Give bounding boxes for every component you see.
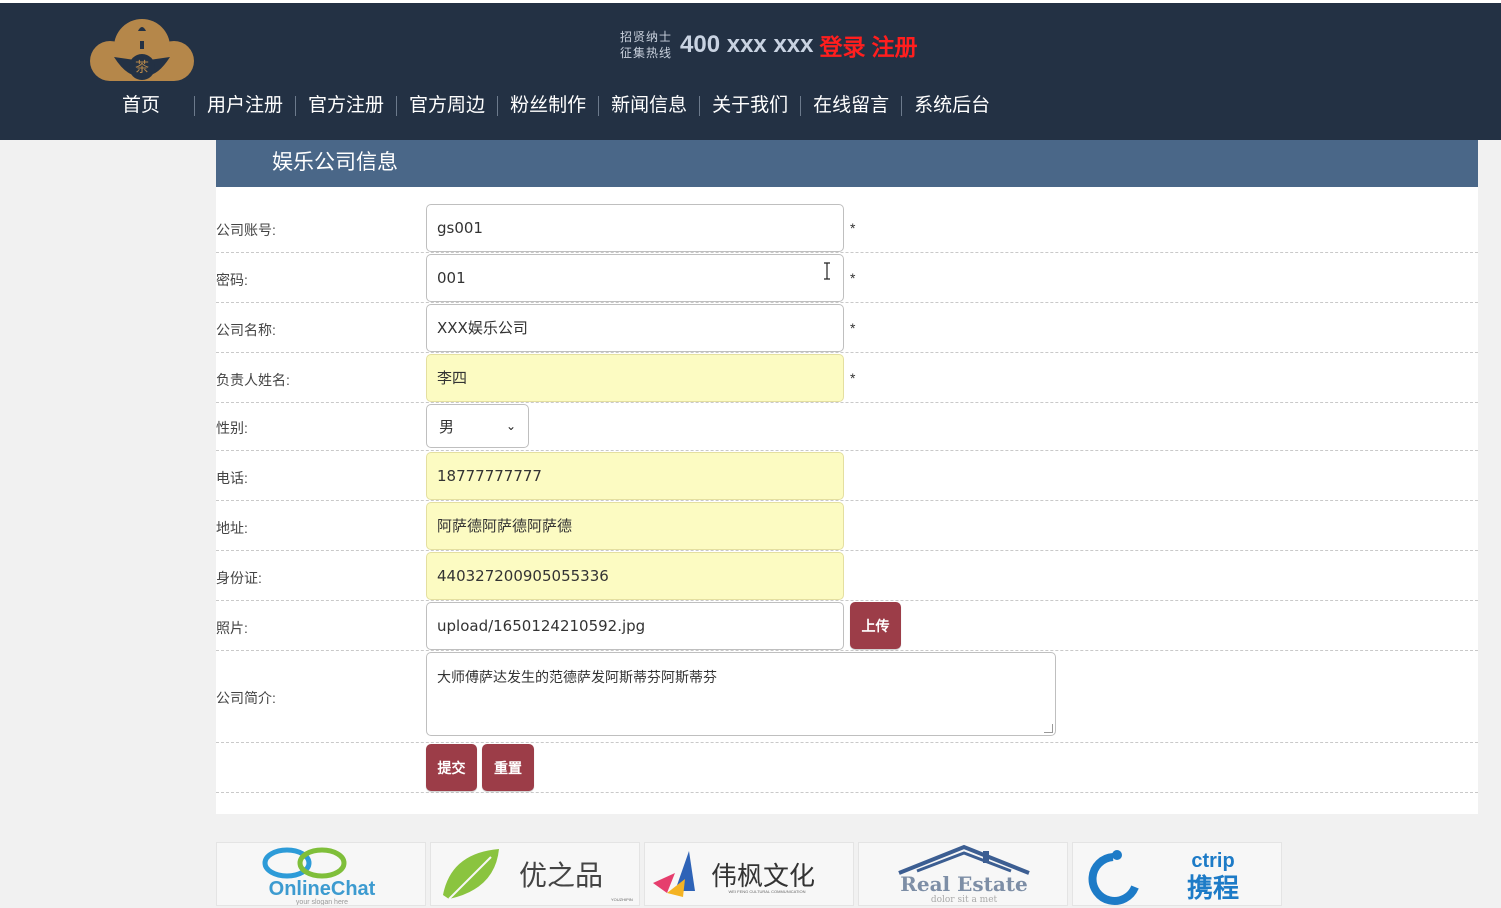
password-label: 密码: [216,272,248,288]
youzhipin-logo-icon: 优之品 YOUZHIPIN [443,849,633,902]
top-header: 茶 招贤纳士 征集热线 400 xxx xxx 登录 注册 首页 用户注册 官方… [0,0,1501,140]
intro-textarea[interactable]: 大师傅萨达发生的范德萨发阿斯蒂芬阿斯蒂芬 [426,652,1056,736]
ctrip-logo-icon: ctrip 携程 [1088,850,1239,905]
login-link[interactable]: 登录 [819,28,865,62]
required-mark: * [850,320,856,336]
id-card-input[interactable]: 440327200905055336 [426,552,844,600]
row-phone: 电话: 18777777777 [216,451,1478,501]
real-estate-sub: dolor sit a met [931,895,998,905]
hotline-label-line1: 招贤纳士 [620,30,673,44]
resize-handle-icon[interactable] [1044,724,1053,733]
nav-messages[interactable]: 在线留言 [801,91,901,121]
required-mark: * [850,370,856,386]
main-nav: 首页 用户注册 官方注册 官方周边 粉丝制作 新闻信息 关于我们 在线留言 系统… [106,91,1002,121]
ctrip-title-en: ctrip [1191,850,1234,872]
youzhipin-title: 优之品 [519,859,603,892]
register-link[interactable]: 注册 [871,28,917,62]
row-manager-name: 负责人姓名: 李四 * [216,353,1478,403]
row-actions: 提交 重置 [216,743,1478,793]
ctrip-title-cn: 携程 [1187,873,1239,904]
youzhipin-sub: YOUZHIPIN [611,897,633,902]
onlinechat-logo-icon: OnlineChat your slogan here [262,847,376,906]
weifeng-logo-icon: 伟枫文化 WEI FENG CULTURAL COMMUNICATION [653,851,815,897]
hotline-number: 400 xxx xxx [680,31,814,58]
partner-youzhipin[interactable]: 优之品 YOUZHIPIN [430,842,640,906]
onlinechat-title: OnlineChat [269,878,376,900]
gender-select[interactable]: 男 ⌄ [426,404,529,448]
submit-button[interactable]: 提交 [426,744,477,791]
weifeng-title: 伟枫文化 [711,862,815,892]
gender-value: 男 [439,418,455,436]
address-label: 地址: [216,520,248,536]
nav-fan-made[interactable]: 粉丝制作 [498,91,598,121]
logo-char: 茶 [135,60,149,76]
company-info-panel: 娱乐公司信息 公司账号: gs001 * 密码: 001 * 公司名称: XXX… [216,140,1478,814]
row-password: 密码: 001 * [216,253,1478,303]
manager-name-input[interactable]: 李四 [426,354,844,402]
hotline-label: 招贤纳士 征集热线 [620,29,672,61]
phone-input[interactable]: 18777777777 [426,452,844,500]
nav-news[interactable]: 新闻信息 [599,91,699,121]
real-estate-logo-icon: Real Estate dolor sit a met [898,844,1030,905]
row-company-name: 公司名称: XXX娱乐公司 * [216,303,1478,353]
row-account: 公司账号: gs001 * [216,203,1478,253]
weifeng-sub: WEI FENG CULTURAL COMMUNICATION [728,889,805,894]
nav-official-merch[interactable]: 官方周边 [397,91,497,121]
chevron-down-icon: ⌄ [505,419,516,433]
password-input[interactable]: 001 [426,254,844,302]
onlinechat-sub: your slogan here [296,899,348,906]
partner-ctrip[interactable]: ctrip 携程 [1072,842,1282,906]
panel-title: 娱乐公司信息 [216,140,1478,187]
partner-real-estate[interactable]: Real Estate dolor sit a met [858,842,1068,906]
nav-home[interactable]: 首页 [106,91,194,121]
account-input[interactable]: gs001 [426,204,844,252]
nav-admin[interactable]: 系统后台 [902,91,1002,121]
reset-button[interactable]: 重置 [482,744,534,791]
id-card-label: 身份证: [216,570,262,586]
real-estate-title: Real Estate [900,872,1028,896]
intro-text: 大师傅萨达发生的范德萨发阿斯蒂芬阿斯蒂芬 [437,669,717,685]
partner-onlinechat[interactable]: OnlineChat your slogan here [216,842,426,906]
partner-logos: OnlineChat your slogan here 优之品 YOUZHIPI… [216,842,1286,908]
partner-weifeng[interactable]: 伟枫文化 WEI FENG CULTURAL COMMUNICATION [644,842,854,906]
account-label: 公司账号: [216,222,276,238]
text-cursor-icon [824,262,830,280]
company-name-label: 公司名称: [216,322,276,338]
manager-name-label: 负责人姓名: [216,372,290,388]
required-mark: * [850,270,856,286]
nav-about[interactable]: 关于我们 [700,91,800,121]
company-name-input[interactable]: XXX娱乐公司 [426,304,844,352]
row-photo: 照片: upload/1650124210592.jpg 上传 [216,601,1478,651]
row-address: 地址: 阿萨德阿萨德阿萨德 [216,501,1478,551]
nav-user-register[interactable]: 用户注册 [195,91,295,121]
hotline: 招贤纳士 征集热线 400 xxx xxx 登录 注册 [620,25,923,65]
phone-label: 电话: [216,470,248,486]
tea-logo-icon[interactable]: 茶 [88,17,196,87]
gender-label: 性别: [216,420,248,436]
intro-label: 公司简介: [216,690,276,706]
upload-button[interactable]: 上传 [850,602,901,649]
required-mark: * [850,220,856,236]
hotline-label-line2: 征集热线 [620,46,673,60]
row-gender: 性别: 男 ⌄ [216,403,1478,451]
nav-official-register[interactable]: 官方注册 [296,91,396,121]
address-input[interactable]: 阿萨德阿萨德阿萨德 [426,502,844,550]
row-intro: 公司简介: 大师傅萨达发生的范德萨发阿斯蒂芬阿斯蒂芬 [216,651,1478,743]
photo-label: 照片: [216,620,248,636]
photo-path-input[interactable]: upload/1650124210592.jpg [426,602,844,650]
row-id-card: 身份证: 440327200905055336 [216,551,1478,601]
